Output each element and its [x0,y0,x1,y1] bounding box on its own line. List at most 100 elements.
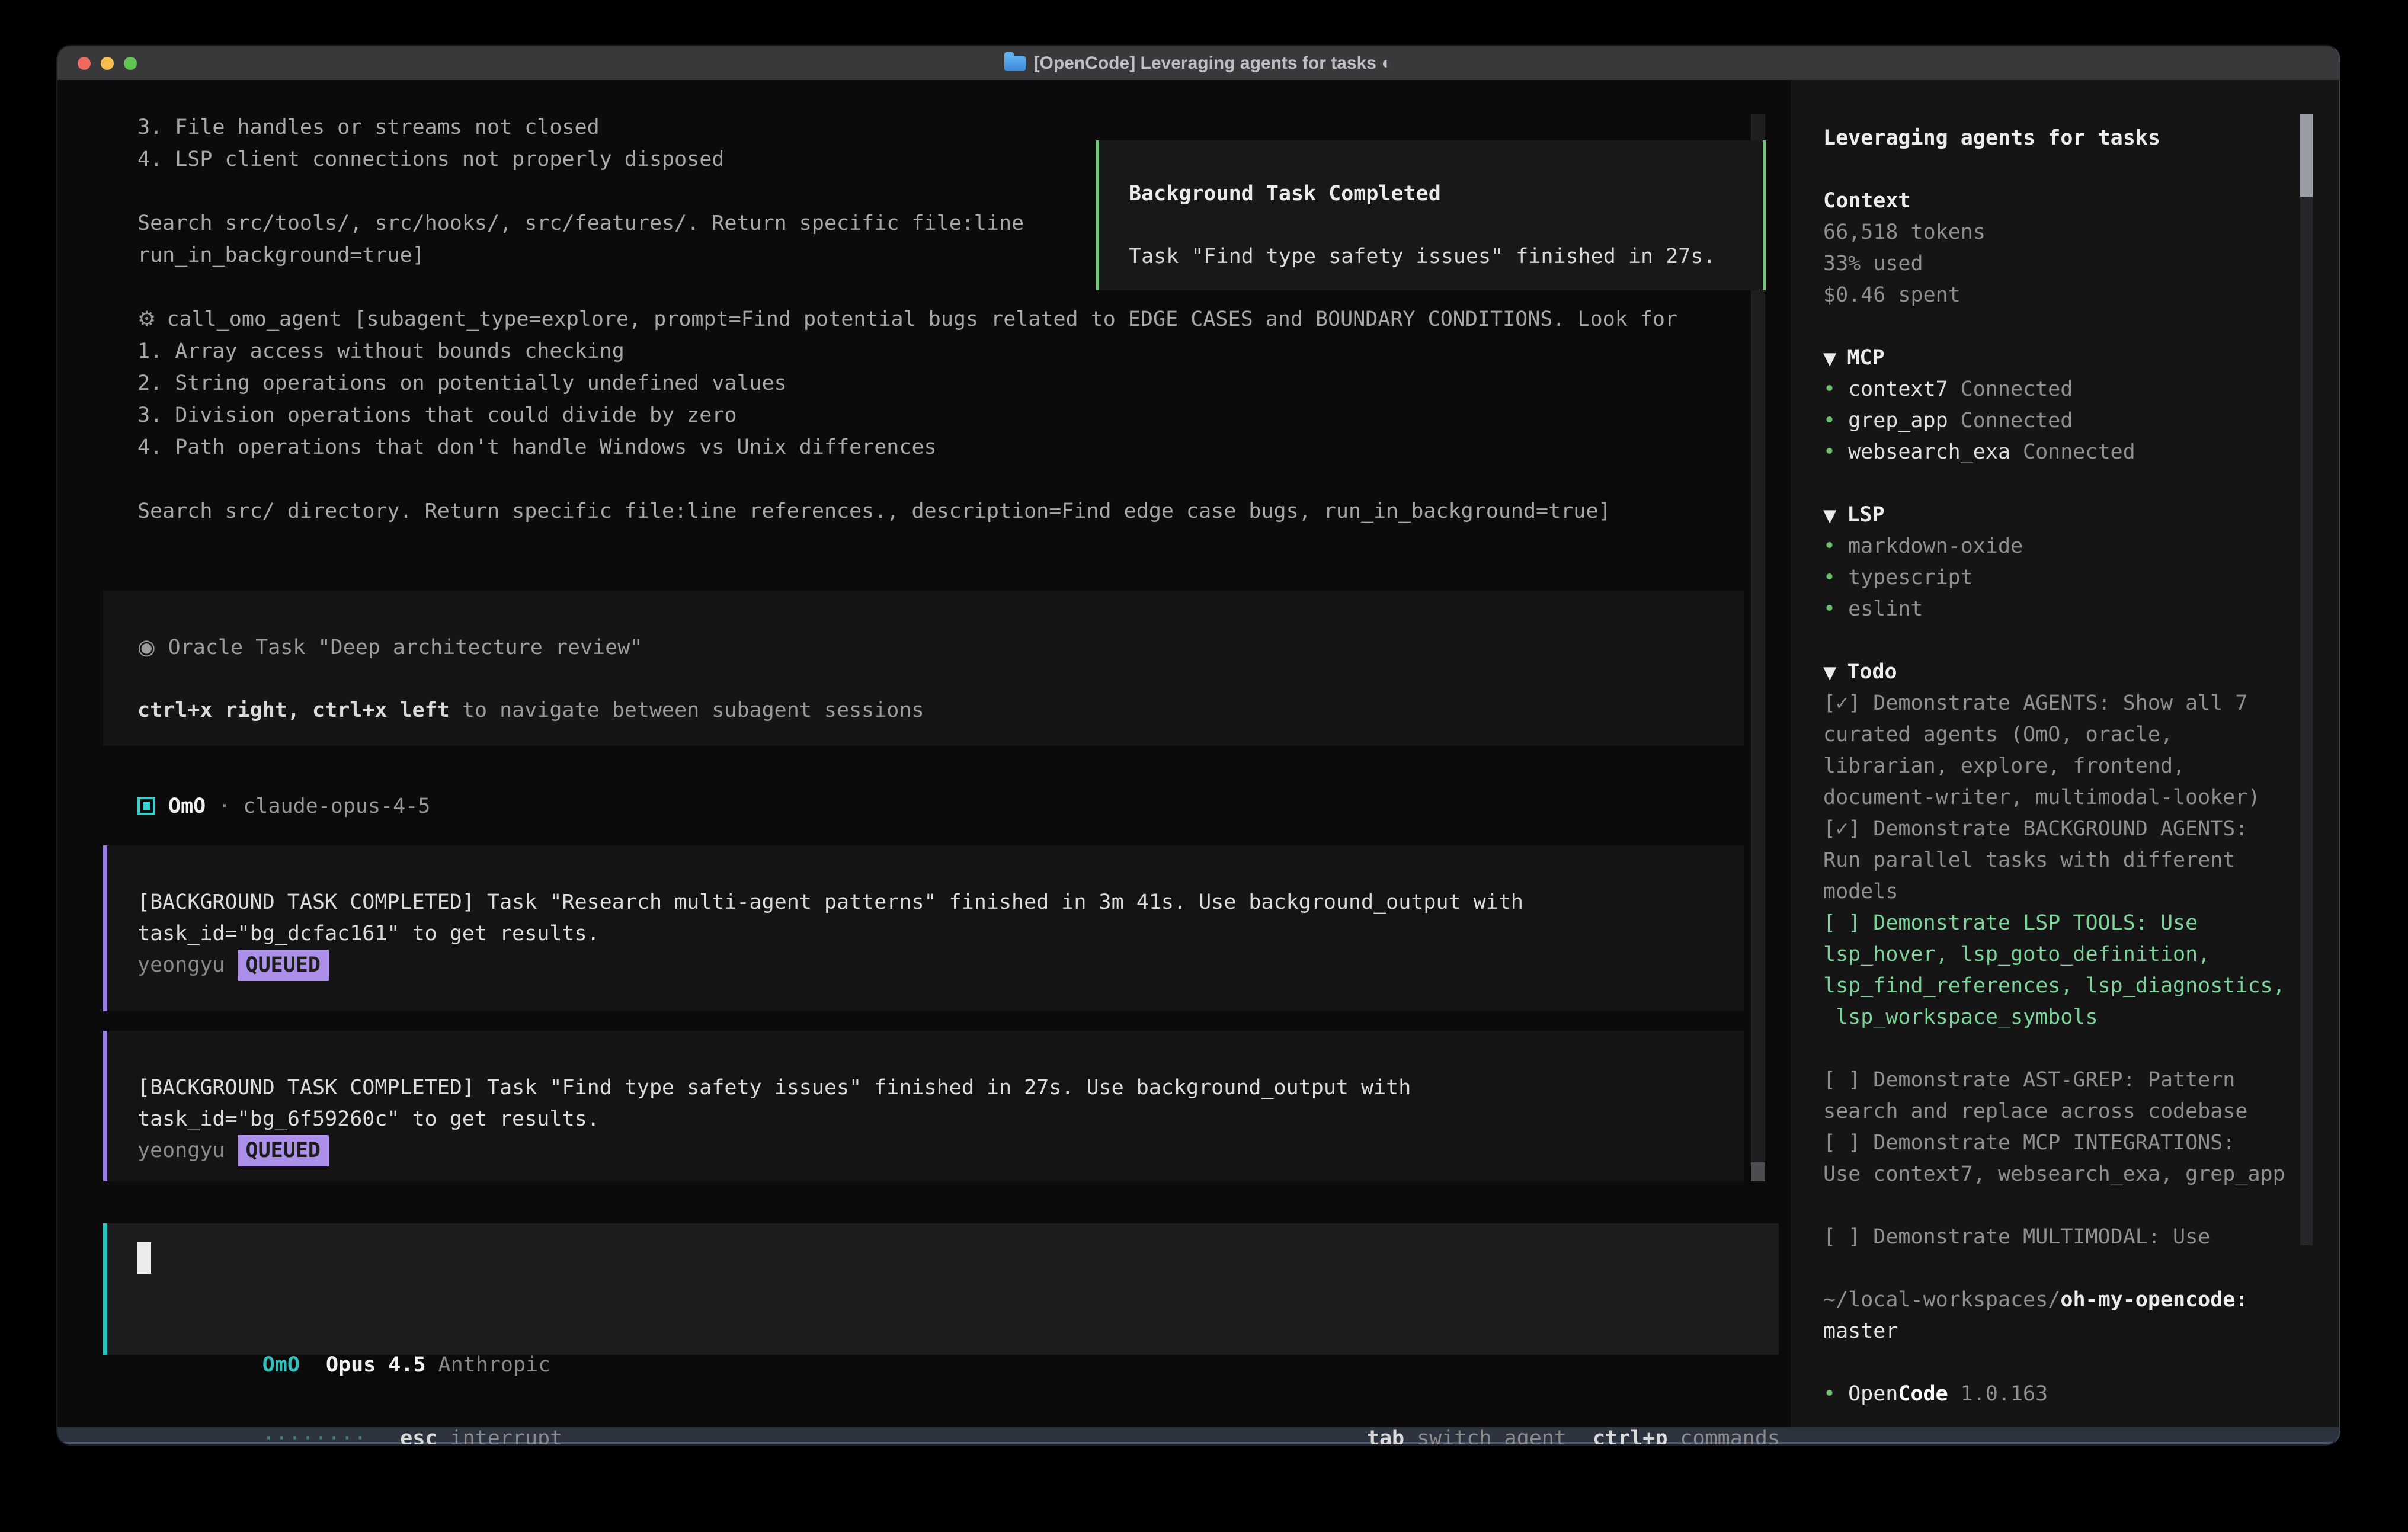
chevron-down-icon: ▼ [1823,505,1836,525]
window-title: [OpenCode] Leveraging agents for tasks ◐ [1034,53,1392,73]
mcp-heading: MCP [1847,346,1884,370]
blank-line [137,463,1677,495]
todo-item-line: [ ] Demonstrate MULTIMODAL: Use [1823,1222,2339,1253]
sidebar: Leveraging agents for tasks Context 66,5… [1791,80,2339,1427]
hint-interrupt: interrupt [450,1427,563,1446]
mcp-item-status: Connected [1961,409,2073,432]
sidebar-scrollbar-thumb[interactable] [2300,114,2313,197]
agent-name: OmO [168,794,206,818]
hint-commands: commands [1680,1427,1780,1446]
input-agent-name: OmO [262,1353,300,1377]
mcp-item: •context7Connected [1823,374,2339,405]
conversation-pane: 3. File handles or streams not closed 4.… [57,80,1791,1427]
context-heading: Context [1823,185,2339,217]
bullet-icon: • [1823,534,1836,558]
todo-item-line: Use context7, websearch_exa, grep_app [1823,1159,2339,1190]
lsp-item-name: typescript [1848,566,1973,589]
blank-line [1823,625,2339,656]
agent-separator: · [218,794,230,818]
message-line: [BACKGROUND TASK COMPLETED] Task "Resear… [137,887,1744,918]
bullet-icon: • [1823,1382,1836,1406]
todo-item-line: curated agents (OmO, oracle, [1823,719,2339,751]
input-model-row: OmOOpus 4.5Anthropic [137,1318,550,1350]
message-background-task-2: [BACKGROUND TASK COMPLETED] Task "Find t… [103,1031,1744,1181]
mcp-item: • websearch_exa Connected [1823,437,2339,468]
lsp-section-header[interactable]: ▼LSP [1823,499,2339,531]
message-meta: yeongyu QUEUED [137,1135,1744,1166]
blank-line [1823,311,2339,342]
titlebar[interactable]: [OpenCode] Leveraging agents for tasks ◐ [57,46,2339,80]
message-author: yeongyu [137,1139,225,1162]
chevron-down-icon: ▼ [1823,662,1836,682]
version-line: •OpenCode1.0.163 [1823,1379,2339,1410]
output-line: 1. Array access without bounds checking [137,335,1677,367]
key-esc: esc [400,1427,437,1446]
bullet-icon: • [1823,597,1836,621]
mcp-section-header[interactable]: ▼MCP [1823,342,2339,374]
background-task-toast[interactable]: Background Task Completed Task "Find typ… [1096,140,1766,290]
bullet-icon: • [1823,409,1836,432]
mcp-item-status: Connected [1961,377,2073,401]
key-tab: tab [1367,1427,1404,1446]
app-name-bold: Code [1898,1382,1948,1406]
tool-call-text: call_omo_agent [subagent_type=explore, p… [166,307,1677,331]
oracle-title-line: ◉ Oracle Task "Deep architecture review" [137,632,1744,664]
fisheye-icon: ◉ [137,636,156,659]
session-title: Leveraging agents for tasks [1823,123,2339,154]
terminal-window: [OpenCode] Leveraging agents for tasks ◐… [56,45,2340,1446]
output-line: 4. Path operations that don't handle Win… [137,431,1677,463]
todo-item-line: [ ] Demonstrate MCP INTEGRATIONS: [1823,1127,2339,1159]
todo-item-line: models [1823,876,2339,908]
message-background-task-1: [BACKGROUND TASK COMPLETED] Task "Resear… [103,845,1744,1011]
toast-body: Task "Find type safety issues" finished … [1129,241,1763,273]
status-right: tabswitch agentctrl+pcommands [1242,1392,1780,1423]
minimize-button[interactable] [101,57,114,70]
bullet-icon: • [1823,440,1836,464]
close-button[interactable] [78,57,91,70]
todo-item-line-active: lsp_workspace_symbols [1823,1002,2339,1033]
todo-section-header[interactable]: ▼ Todo [1823,656,2339,688]
lsp-item: •typescript [1823,562,2339,594]
status-bar: ········escinterrupt tabswitch agentctrl… [137,1392,1780,1423]
mcp-item-name: grep_app [1848,409,1948,432]
mcp-item-status: Connected [2023,440,2135,464]
oracle-help-line: ctrl+x right, ctrl+x left to navigate be… [137,695,1744,726]
maximize-button[interactable] [124,57,137,70]
input-provider-name: Anthropic [438,1353,551,1377]
oracle-task-panel: ◉ Oracle Task "Deep architecture review"… [103,591,1744,746]
context-tokens: 66,518 tokens [1823,217,2339,248]
blank-line [1129,210,1763,241]
folder-icon [1004,56,1026,71]
blank-line [1823,1347,2339,1379]
workspace-branch: master [1823,1316,2339,1347]
blank-line [1823,1033,2339,1065]
todo-item-line-active: lsp_find_references, lsp_diagnostics, [1823,970,2339,1002]
mcp-item-name: websearch_exa [1848,440,2010,464]
mcp-item-name: context7 [1848,377,1948,401]
workspace-path: ~/local-workspaces/oh-my-opencode: [1823,1284,2339,1316]
agent-omo-icon [137,797,155,815]
blank-line [137,664,1744,695]
context-spent: $0.46 spent [1823,280,2339,311]
agent-header: OmO · claude-opus-4-5 [137,790,430,822]
output-line: 3. File handles or streams not closed [137,111,1677,143]
oracle-title: Oracle Task "Deep architecture review" [156,636,643,659]
toast-title: Background Task Completed [1129,178,1763,210]
text-cursor [137,1242,151,1274]
main-scrollbar-thumb[interactable] [1751,1162,1765,1181]
key-ctrl-p: ctrl+p [1593,1427,1667,1446]
todo-item-line: document-writer, multimodal-looker) [1823,782,2339,813]
output-line: 3. Division operations that could divide… [137,399,1677,431]
todo-heading: Todo [1847,660,1897,684]
message-line: task_id="bg_6f59260c" to get results. [137,1104,1744,1135]
gear-icon: ⚙ [137,307,156,331]
todo-item-line: [ ] Demonstrate AST-GREP: Pattern [1823,1065,2339,1096]
sidebar-scrollbar[interactable] [2300,114,2313,1245]
status-badge: QUEUED [238,1135,329,1166]
todo-item-line: [✓] Demonstrate BACKGROUND AGENTS: [1823,813,2339,845]
workspace-repo: oh-my-opencode: [2060,1288,2247,1312]
message-meta: yeongyuQUEUED [137,950,1744,981]
prompt-input[interactable]: OmOOpus 4.5Anthropic [103,1223,1779,1355]
status-badge: QUEUED [238,950,329,981]
lsp-item-name: eslint [1848,597,1923,621]
